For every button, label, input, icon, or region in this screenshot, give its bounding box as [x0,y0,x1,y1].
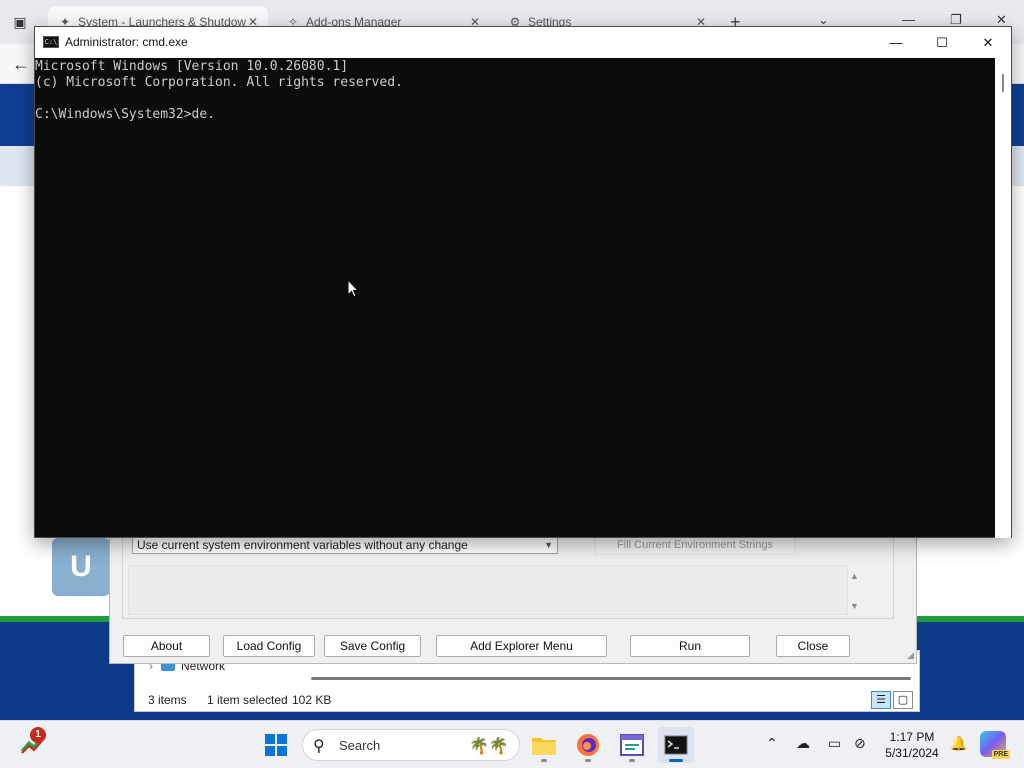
vertical-scrollbar[interactable] [995,58,1011,538]
taskbar: 1 ⚲ Search 🌴🌴 ⌃ ☁ ▭ ⊘ 1:17 PM 5/31/2024 … [0,720,1024,768]
search-highlight-icon: 🌴🌴 [469,738,509,755]
windows-logo-icon [265,734,287,756]
save-config-button[interactable]: Save Config [324,635,421,657]
window-title: Administrator: cmd.exe [65,35,188,49]
file-explorer-taskbar-button[interactable] [526,727,562,763]
network-offline-icon[interactable]: ⊘ [854,735,866,752]
clock[interactable]: 1:17 PM 5/31/2024 [880,729,944,761]
fill-environment-button[interactable]: Fill Current Environment Strings [595,535,795,555]
active-indicator [669,759,683,762]
run-button[interactable]: Run [630,635,750,657]
console-line: (c) Microsoft Corporation. All rights re… [35,75,403,90]
scroll-down-icon[interactable]: ▼ [850,601,859,611]
chevron-down-icon: ▼ [544,540,553,550]
running-indicator [585,759,591,762]
app-window-icon [620,734,644,756]
cmd-window: C:\ Administrator: cmd.exe — ☐ ✕ Microso… [34,26,1012,538]
horizontal-scrollbar[interactable] [311,677,911,680]
copilot-button[interactable]: PRE [980,731,1010,759]
about-button[interactable]: About [123,635,210,657]
status-bar: 3 items 1 item selected 102 KB [135,689,921,713]
running-indicator [629,759,635,762]
scrollbar-thumb[interactable] [1002,74,1004,92]
close-button[interactable]: ✕ [965,27,1011,58]
display-icon[interactable]: ▭ [828,735,841,752]
status-selection: 1 item selected [207,693,288,707]
cloud-offline-icon[interactable]: ☁ [796,735,810,752]
details-view-icon[interactable]: ☰ [871,691,891,709]
console-line: Microsoft Windows [Version 10.0.26080.1] [35,59,349,74]
app-logo-icon: U [52,538,110,596]
maximize-button[interactable]: ☐ [919,27,965,58]
environment-select[interactable]: Use current system environment variables… [132,536,558,554]
mouse-pointer-icon [347,279,359,298]
resize-grip-icon[interactable]: ◢ [907,650,914,661]
status-item-count: 3 items [148,693,187,707]
minimize-icon[interactable]: — [902,12,915,27]
preview-badge: PRE [991,750,1010,759]
firefox-taskbar-button[interactable] [570,727,606,763]
search-label: Search [339,738,381,753]
console-prompt-line: C:\Windows\System32>de. [35,107,216,122]
launcher-dialog: Use current system environment variables… [109,520,917,664]
terminal-taskbar-button[interactable] [658,727,694,763]
environment-select-value: Use current system environment variables… [137,538,468,552]
notification-bell-icon[interactable]: 🔔 [950,735,967,752]
folder-icon [532,738,556,755]
cmd-titlebar[interactable]: C:\ Administrator: cmd.exe — ☐ ✕ [35,27,1011,58]
taskbar-search[interactable]: ⚲ Search 🌴🌴 [302,729,520,761]
console-icon: C:\ [43,36,59,48]
tab-manager-icon[interactable]: ▣ [10,12,30,32]
load-config-button[interactable]: Load Config [223,635,315,657]
console-output[interactable]: Microsoft Windows [Version 10.0.26080.1]… [35,58,995,538]
add-explorer-menu-button[interactable]: Add Explorer Menu [436,635,607,657]
environment-textbox[interactable] [128,565,848,615]
notification-badge: 1 [30,727,46,743]
close-button[interactable]: Close [776,635,850,657]
clock-time: 1:17 PM [889,730,935,744]
tiles-view-icon[interactable]: ▢ [893,691,913,709]
running-indicator [541,759,547,762]
terminal-icon [664,735,688,755]
status-size: 102 KB [292,693,332,707]
scroll-up-icon[interactable]: ▲ [850,571,859,581]
firefox-icon [577,734,599,756]
back-arrow-icon[interactable]: ← [12,54,30,75]
search-icon: ⚲ [313,738,325,755]
minimize-button[interactable]: — [873,27,919,58]
widgets-button[interactable]: 1 [20,727,46,755]
clock-date: 5/31/2024 [885,746,939,760]
start-button[interactable] [258,727,294,763]
chevron-up-icon[interactable]: ⌃ [766,735,778,752]
launcher-app-taskbar-button[interactable] [614,727,650,763]
